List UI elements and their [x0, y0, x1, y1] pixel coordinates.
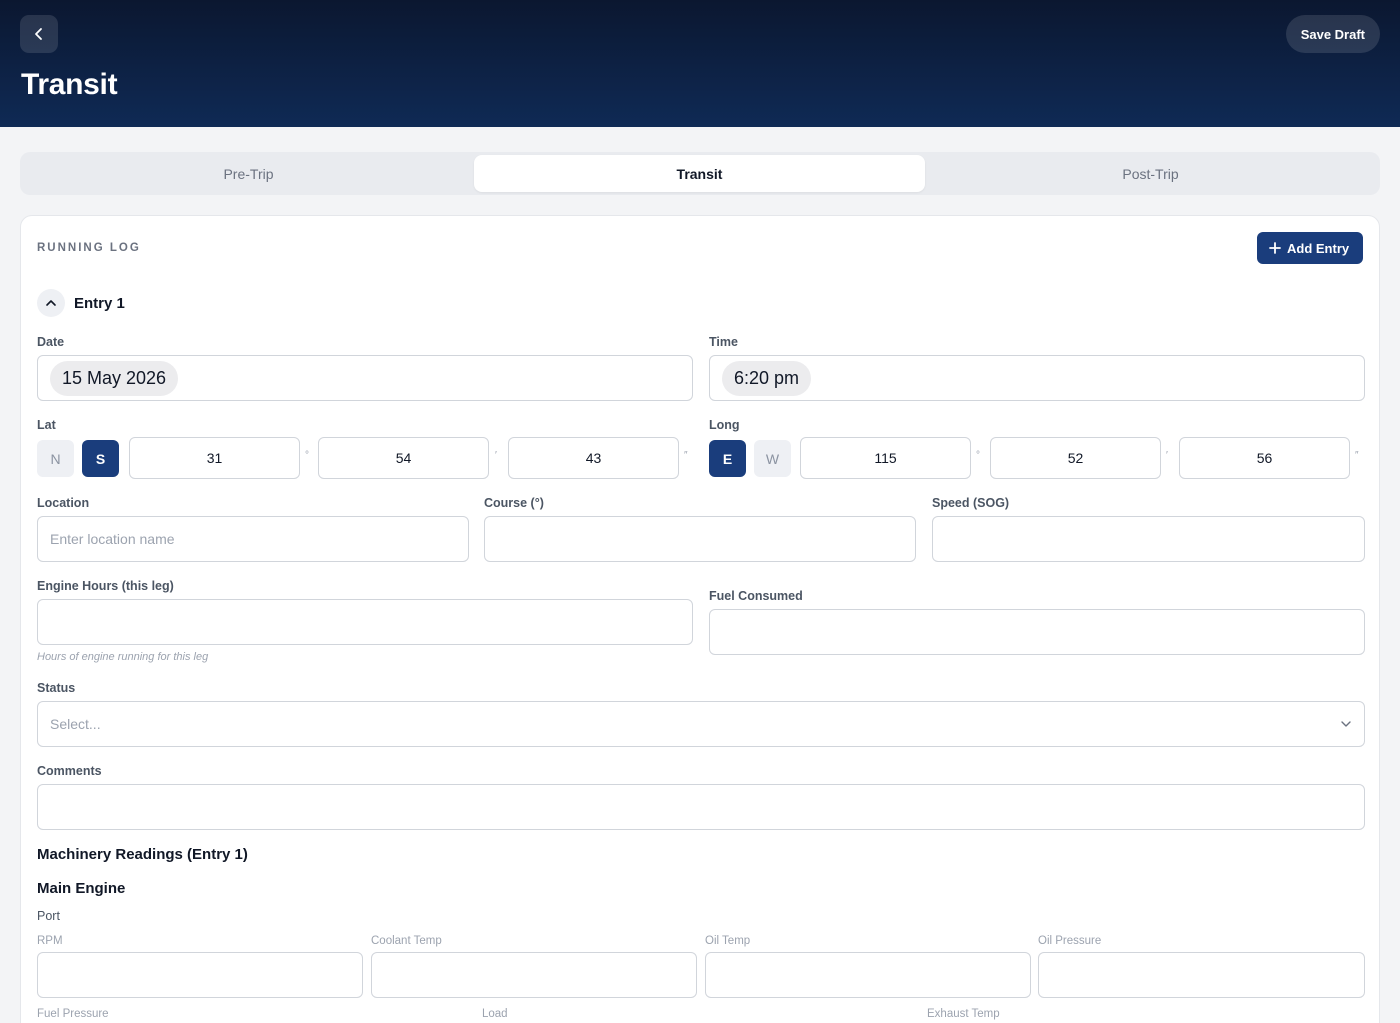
engine-hours-hint: Hours of engine running for this leg — [37, 651, 209, 663]
speed-input[interactable] — [932, 516, 1365, 562]
min-unit: ′ — [495, 450, 497, 461]
machinery-title: Machinery Readings (Entry 1) — [37, 846, 248, 863]
exhaust-temp-label: Exhaust Temp — [927, 1008, 1000, 1020]
sec-unit: ″ — [684, 450, 688, 461]
rpm-label: RPM — [37, 935, 63, 947]
save-draft-button[interactable]: Save Draft — [1285, 15, 1380, 53]
comments-input[interactable] — [37, 784, 1365, 830]
app-header: Transit Save Draft — [0, 0, 1400, 127]
fuel-pressure-label: Fuel Pressure — [37, 1008, 109, 1020]
lat-north-toggle[interactable]: N — [37, 440, 74, 477]
coolant-temp-label: Coolant Temp — [371, 935, 442, 947]
time-field[interactable]: 6:20 pm — [709, 355, 1365, 401]
time-value: 6:20 pm — [722, 361, 812, 396]
fuel-consumed-label: Fuel Consumed — [709, 589, 803, 603]
long-west-toggle[interactable]: W — [754, 440, 791, 477]
status-placeholder: Select... — [50, 716, 101, 732]
speed-label: Speed (SOG) — [932, 496, 1010, 510]
status-label: Status — [37, 681, 76, 695]
coolant-temp-input[interactable] — [371, 952, 697, 998]
min-unit: ′ — [1166, 450, 1168, 461]
deg-unit: ° — [976, 450, 980, 461]
tab-transit[interactable]: Transit — [474, 155, 925, 192]
lat-label: Lat — [37, 418, 56, 432]
chevron-down-icon — [1341, 721, 1351, 727]
lat-minutes-input[interactable]: 54 — [318, 437, 489, 479]
phase-tabs: Pre-Trip Transit Post-Trip — [20, 152, 1380, 195]
engine-hours-label: Engine Hours (this leg) — [37, 579, 174, 593]
comments-label: Comments — [37, 764, 102, 778]
rpm-input[interactable] — [37, 952, 363, 998]
date-field[interactable]: 15 May 2026 — [37, 355, 693, 401]
page-title: Transit — [21, 68, 118, 101]
location-label: Location — [37, 496, 90, 510]
running-log-card: RUNNING LOG Add Entry Entry 1 Date 15 Ma… — [20, 215, 1380, 1023]
time-label: Time — [709, 335, 738, 349]
location-input[interactable] — [37, 516, 469, 562]
tab-post-trip[interactable]: Post-Trip — [925, 155, 1376, 192]
lat-seconds-input[interactable]: 43 — [508, 437, 679, 479]
date-label: Date — [37, 335, 65, 349]
entry-title: Entry 1 — [74, 295, 125, 312]
chevron-left-icon — [35, 28, 42, 40]
load-label: Load — [482, 1008, 508, 1020]
long-east-toggle[interactable]: E — [709, 440, 746, 477]
deg-unit: ° — [305, 450, 309, 461]
fuel-consumed-input[interactable] — [709, 609, 1365, 655]
date-value: 15 May 2026 — [50, 361, 179, 396]
lat-degrees-input[interactable]: 31 — [129, 437, 300, 479]
oil-temp-input[interactable] — [705, 952, 1031, 998]
back-button[interactable] — [20, 15, 58, 53]
chevron-up-icon — [46, 300, 56, 306]
long-seconds-input[interactable]: 56 — [1179, 437, 1350, 479]
add-entry-label: Add Entry — [1287, 240, 1350, 256]
sec-unit: ″ — [1355, 450, 1359, 461]
long-degrees-input[interactable]: 115 — [800, 437, 971, 479]
oil-pressure-label: Oil Pressure — [1038, 935, 1102, 947]
plus-icon — [1269, 242, 1281, 254]
long-label: Long — [709, 418, 740, 432]
engine-hours-input[interactable] — [37, 599, 693, 645]
lat-south-toggle[interactable]: S — [82, 440, 119, 477]
long-minutes-input[interactable]: 52 — [990, 437, 1161, 479]
oil-temp-label: Oil Temp — [705, 935, 751, 947]
section-title: RUNNING LOG — [37, 242, 141, 254]
oil-pressure-input[interactable] — [1038, 952, 1365, 998]
tab-pre-trip[interactable]: Pre-Trip — [23, 155, 474, 192]
status-select[interactable]: Select... — [37, 701, 1365, 747]
collapse-entry-button[interactable] — [37, 289, 65, 317]
course-label: Course (°) — [484, 496, 544, 510]
add-entry-button[interactable]: Add Entry — [1257, 232, 1364, 264]
course-input[interactable] — [484, 516, 916, 562]
main-engine-title: Main Engine — [37, 880, 126, 897]
port-label: Port — [37, 909, 60, 923]
